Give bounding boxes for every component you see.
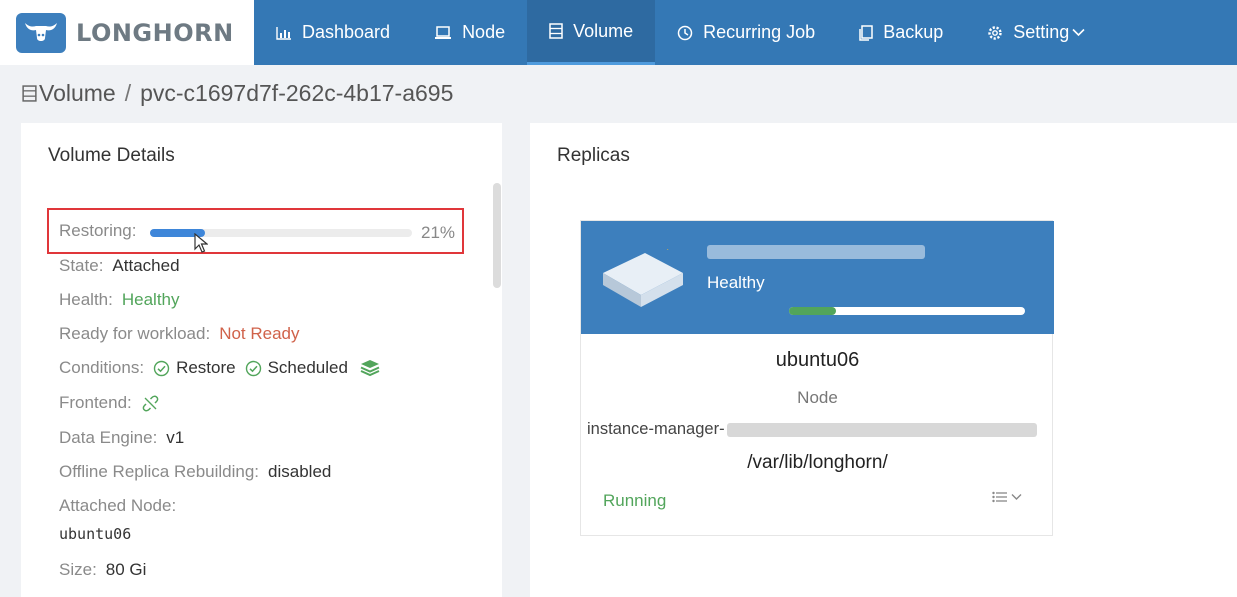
- main-nav: Dashboard Node Volume Recurring Job Back…: [254, 0, 1107, 65]
- attached-node-value: ubuntu06: [59, 525, 132, 543]
- nav-item-dashboard[interactable]: Dashboard: [254, 0, 412, 65]
- field-label: Conditions:: [59, 358, 145, 377]
- condition-restore[interactable]: Restore: [153, 358, 236, 378]
- condition-scheduled[interactable]: Scheduled: [245, 358, 348, 378]
- list-icon: [992, 491, 1007, 503]
- volume-details-panel: Volume Details Restoring: 21% State: Att…: [21, 123, 502, 597]
- panel-title: Replicas: [557, 145, 630, 166]
- restore-progress-bar: [150, 229, 412, 237]
- field-label: Frontend:: [59, 393, 132, 412]
- restore-progress-percent: 21%: [421, 223, 456, 242]
- nav-item-recurring-job[interactable]: Recurring Job: [655, 0, 837, 65]
- chevron-down-icon: [1072, 28, 1085, 37]
- replica-node-label: Node: [797, 388, 838, 407]
- nav-item-volume[interactable]: Volume: [527, 0, 656, 65]
- longhorn-logo-icon: [16, 12, 66, 53]
- field-label: Ready for workload:: [59, 324, 211, 343]
- gear-icon: [987, 25, 1003, 41]
- health-value: Healthy: [121, 290, 180, 309]
- mouse-cursor-icon: [194, 232, 209, 258]
- breadcrumb-current: pvc-c1697d7f-262c-4b17-a695: [140, 80, 454, 106]
- data-engine-value: v1: [166, 428, 185, 447]
- condition-label: Restore: [176, 358, 236, 377]
- logo[interactable]: LONGHORN: [0, 0, 254, 65]
- panel-title: Volume Details: [48, 145, 175, 166]
- breadcrumb-volume-link[interactable]: Volume: [39, 80, 116, 107]
- replica-actions-menu[interactable]: [992, 491, 1022, 503]
- condition-label: Scheduled: [267, 358, 348, 377]
- replica-card-header: Healthy: [581, 221, 1054, 334]
- breadcrumb-separator: /: [124, 80, 132, 106]
- state-row: State: Attached: [59, 256, 180, 276]
- laptop-icon: [434, 25, 452, 40]
- top-header: LONGHORN Dashboard Node Volume Recurring…: [0, 0, 1237, 65]
- ready-row: Ready for workload: Not Ready: [59, 324, 300, 344]
- field-label: Health:: [59, 290, 113, 309]
- state-value: Attached: [112, 256, 180, 275]
- chevron-down-icon: [1011, 493, 1022, 501]
- layers-icon[interactable]: [360, 359, 380, 377]
- nav-label: Volume: [573, 20, 634, 41]
- data-engine-row: Data Engine: v1: [59, 428, 184, 448]
- replica-health: Healthy: [707, 273, 765, 292]
- field-label: Size:: [59, 560, 97, 579]
- instance-manager-row: instance-manager-: [587, 420, 1037, 439]
- database-icon: [549, 23, 563, 39]
- health-row: Health: Healthy: [59, 290, 180, 310]
- disk-icon: [601, 244, 685, 316]
- frontend-row: Frontend:: [59, 393, 159, 413]
- field-label: State:: [59, 256, 104, 275]
- copy-icon: [859, 24, 873, 41]
- nav-item-backup[interactable]: Backup: [837, 0, 965, 65]
- redacted-instance-manager-id: [726, 422, 1037, 437]
- nav-label: Recurring Job: [703, 22, 816, 42]
- database-icon: [22, 85, 37, 102]
- nav-item-setting[interactable]: Setting: [965, 0, 1107, 65]
- replicas-panel: Replicas Healthy ubuntu06 Node instance-…: [530, 123, 1237, 597]
- check-circle-icon: [153, 360, 170, 377]
- replica-data-path: /var/lib/longhorn/: [747, 452, 888, 473]
- conditions-row: Conditions: Restore Scheduled: [59, 358, 380, 378]
- scrollbar-thumb[interactable]: [493, 183, 501, 288]
- clock-icon: [677, 25, 693, 41]
- replica-usage-bar: [789, 307, 1025, 315]
- nav-label: Dashboard: [302, 22, 391, 42]
- attached-node-row: Attached Node:: [59, 496, 176, 516]
- offline-rebuild-value: disabled: [268, 462, 332, 481]
- instance-manager-name: instance-manager-: [587, 420, 725, 438]
- logo-text: LONGHORN: [76, 18, 234, 47]
- disconnect-icon: [142, 395, 159, 412]
- nav-label: Backup: [883, 22, 944, 42]
- offline-rebuild-row: Offline Replica Rebuilding: disabled: [59, 462, 331, 482]
- nav-item-node[interactable]: Node: [412, 0, 527, 65]
- replica-node-name: ubuntu06: [775, 349, 860, 371]
- field-label: Data Engine:: [59, 428, 158, 447]
- check-circle-icon: [245, 360, 262, 377]
- redacted-replica-name: [707, 245, 925, 259]
- restoring-row: Restoring:: [59, 221, 136, 241]
- field-label: Restoring:: [59, 221, 137, 240]
- field-label: Offline Replica Rebuilding:: [59, 462, 260, 481]
- size-row: Size: 80 Gi: [59, 560, 146, 580]
- replica-usage-fill: [789, 307, 837, 315]
- nav-label: Setting: [1013, 22, 1070, 42]
- replica-card[interactable]: Healthy ubuntu06 Node instance-manager- …: [580, 220, 1054, 536]
- ready-value: Not Ready: [219, 324, 300, 343]
- bar-chart-icon: [276, 26, 292, 40]
- breadcrumb: Volume / pvc-c1697d7f-262c-4b17-a695: [22, 80, 453, 107]
- size-value: 80 Gi: [105, 560, 147, 579]
- replica-status: Running: [603, 491, 667, 510]
- field-label: Attached Node:: [59, 496, 177, 515]
- scrollbar[interactable]: [493, 183, 501, 583]
- nav-label: Node: [462, 22, 506, 42]
